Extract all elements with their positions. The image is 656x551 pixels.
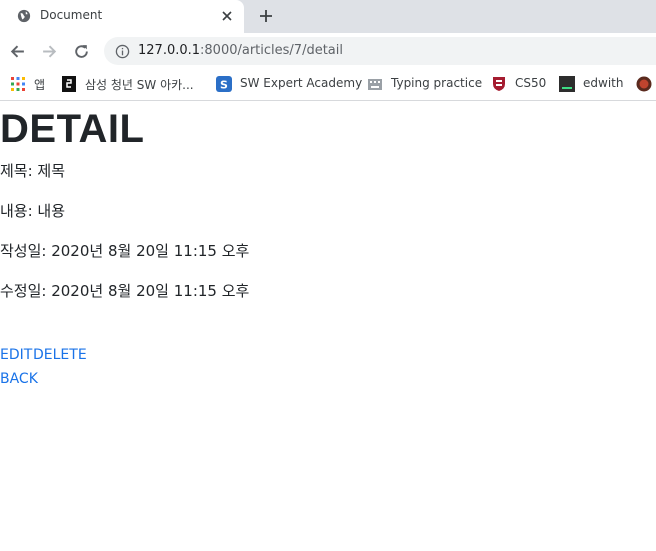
tab-title: Document [40, 8, 103, 22]
forward-arrow-icon[interactable] [41, 43, 58, 60]
new-tab-plus-icon[interactable] [258, 8, 274, 24]
page-content: DETAIL 제목: 제목 내용: 내용 작성일: 2020년 8월 20일 1… [0, 101, 656, 551]
article-updated-at: 수정일: 2020년 8월 20일 11:15 오후 [0, 282, 250, 300]
edit-link[interactable]: EDIT [0, 346, 32, 364]
back-link[interactable]: BACK [0, 370, 38, 388]
url-text: 127.0.0.1:8000/articles/7/detail [138, 43, 343, 58]
tab-strip: Document [0, 0, 656, 33]
globe-icon [17, 9, 31, 23]
close-icon[interactable] [221, 10, 233, 22]
url-host: 127.0.0.1 [138, 43, 201, 58]
bookmark-label: CS50 [515, 76, 547, 90]
bookmark-label: Typing practice [391, 76, 483, 90]
delete-link[interactable]: DELETE [33, 346, 87, 364]
browser-toolbar: 127.0.0.1:8000/articles/7/detail [0, 33, 656, 69]
apps-grid-icon [11, 77, 25, 91]
page-title: DETAIL [0, 107, 145, 151]
harvard-shield-icon [493, 77, 505, 91]
back-arrow-icon[interactable] [9, 43, 26, 60]
swea-icon: S [216, 76, 232, 92]
typing-icon [368, 79, 382, 90]
info-icon[interactable] [115, 44, 130, 59]
bookmarks-bar: 앱 삼성 청년 SW 아카... S SW Expert Academy Typ… [0, 69, 656, 101]
bookmark-label: 앱 [34, 78, 46, 92]
ssafy-icon [62, 76, 76, 92]
edwith-icon [559, 76, 575, 92]
url-path: :8000/articles/7/detail [200, 43, 343, 58]
address-bar[interactable]: 127.0.0.1:8000/articles/7/detail [104, 37, 656, 65]
article-title: 제목: 제목 [0, 162, 66, 180]
reload-icon[interactable] [73, 43, 90, 60]
bookmark-label: SW Expert Academy [240, 76, 363, 90]
article-content: 내용: 내용 [0, 202, 66, 220]
browser-tab[interactable]: Document [0, 0, 244, 33]
article-created-at: 작성일: 2020년 8월 20일 11:15 오후 [0, 242, 250, 260]
svg-text:S: S [220, 79, 228, 92]
bookmark-overflow-icon [636, 76, 652, 92]
bookmark-label: 삼성 청년 SW 아카... [85, 78, 194, 92]
bookmark-label: edwith [583, 76, 624, 90]
